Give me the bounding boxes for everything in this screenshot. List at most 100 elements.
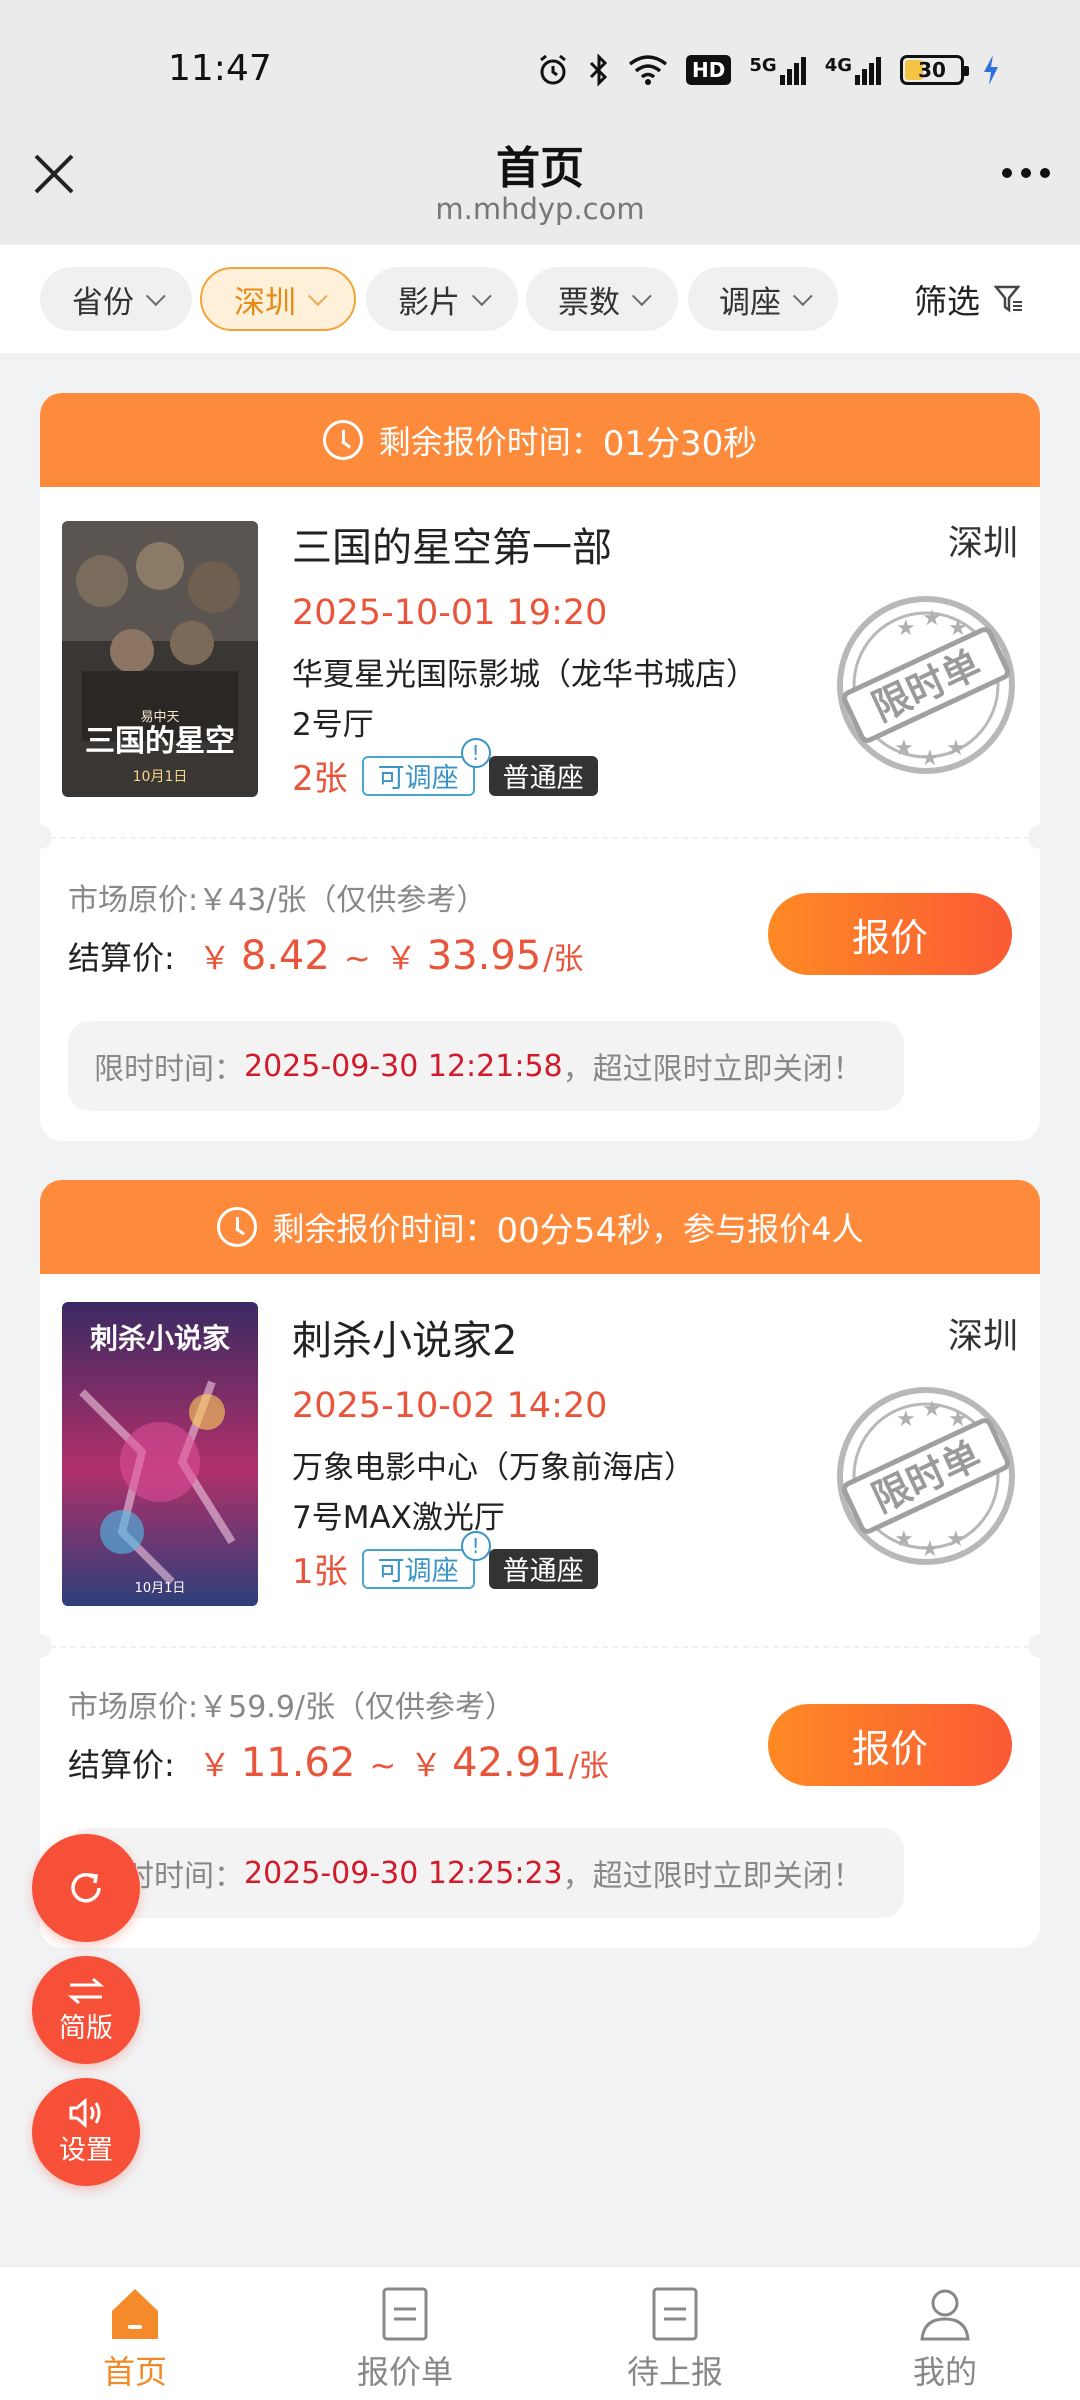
browser-header: 首页 m.mhdyp.com	[0, 120, 1080, 245]
currency-symbol: ￥	[410, 1746, 443, 1784]
movie-title: 三国的星空第一部	[292, 525, 612, 571]
currency-symbol: ￥	[198, 939, 231, 977]
status-icons: HD 5G 4G 30	[536, 50, 1000, 90]
wifi-icon	[628, 54, 668, 86]
signal-4g-icon: 4G	[825, 55, 882, 85]
nav-pending[interactable]: 待上报	[540, 2267, 810, 2400]
svg-text:★: ★	[896, 1407, 916, 1432]
svg-text:★: ★	[894, 736, 914, 761]
filter-label: 调座	[719, 284, 781, 321]
card-notch	[1028, 1634, 1040, 1658]
filter-tickets[interactable]: 票数	[526, 267, 678, 331]
ticket-count: 1张	[292, 1552, 348, 1592]
chevron-down-icon	[792, 286, 813, 307]
status-bar: 11:47 HD 5G 4G 30	[0, 0, 1080, 140]
info-icon[interactable]: !	[460, 737, 491, 768]
settle-label: 结算价:	[68, 939, 175, 977]
deadline-suffix: ，超过限时立即关闭！	[562, 1859, 863, 1894]
document-icon	[652, 2287, 698, 2341]
settle-price: 结算价: ￥ 8.42 ~ ￥ 33.95 /张	[68, 933, 583, 979]
card-notch	[1028, 825, 1040, 849]
status-time: 11:47	[168, 48, 272, 89]
limited-stamp: 限时单 ★ ★ ★ ★ ★ ★	[834, 1384, 1018, 1568]
filter-city[interactable]: 深圳	[200, 267, 356, 331]
settle-label: 结算价:	[68, 1746, 175, 1784]
refresh-button[interactable]	[32, 1834, 140, 1942]
swap-icon	[67, 1977, 105, 2004]
movie-title: 刺杀小说家2	[292, 1318, 518, 1364]
market-price: 市场原价:￥43/张（仅供参考）	[68, 883, 487, 918]
filter-movie[interactable]: 影片	[366, 267, 518, 331]
price-low: 11.62	[240, 1740, 356, 1786]
showtime: 2025-10-02 14:20	[292, 1386, 608, 1426]
simple-mode-label: 简版	[59, 2012, 113, 2044]
countdown-value: 00分54秒	[496, 1210, 652, 1251]
refresh-icon	[71, 1873, 101, 1903]
svg-text:★: ★	[920, 746, 940, 771]
filter-button[interactable]: 筛选	[914, 267, 1024, 331]
poster-top-text: 易中天	[140, 710, 179, 725]
hall-name: 2号厅	[292, 707, 374, 743]
order-card: 剩余报价时间： 00分54秒 ，参与报价4人 刺杀小说家 10月1日 刺杀小说家2 …	[40, 1180, 1040, 1948]
countdown-label: 剩余报价时间：	[272, 1210, 497, 1248]
chevron-down-icon	[307, 286, 328, 307]
seat-type-tag: 普通座	[488, 1548, 598, 1589]
nav-home[interactable]: 首页	[0, 2267, 270, 2400]
poster-date-text: 10月1日	[135, 1581, 186, 1596]
adjust-seat-tag[interactable]: 可调座!	[361, 1530, 491, 1589]
deadline-time: 2025-09-30 12:25:23	[244, 1855, 563, 1891]
card-divider	[40, 1646, 1040, 1648]
movie-poster[interactable]: 刺杀小说家 10月1日	[62, 1302, 258, 1606]
clock-icon	[322, 420, 363, 460]
deadline-box: 限时时间： 2025-09-30 12:21:58 ，超过限时立即关闭！	[68, 1021, 904, 1111]
more-button[interactable]	[1002, 168, 1050, 178]
svg-text:★: ★	[948, 616, 968, 641]
filter-label: 省份	[72, 284, 134, 321]
ticket-count: 2张	[292, 759, 348, 799]
simple-mode-button[interactable]: 简版	[32, 1956, 140, 2064]
deadline-label: 限时时间：	[94, 1052, 244, 1087]
svg-text:★: ★	[946, 1527, 966, 1552]
svg-text:★: ★	[946, 736, 966, 761]
battery-icon: 30	[900, 55, 969, 85]
city-label: 深圳	[947, 1317, 1018, 1357]
quote-button[interactable]: 报价	[768, 1704, 1012, 1786]
adjust-seat-label: 可调座	[377, 763, 459, 794]
chevron-down-icon	[631, 286, 652, 307]
chevron-down-icon	[145, 286, 166, 307]
currency-symbol: ￥	[198, 1746, 231, 1784]
poster-title-text: 三国的星空	[85, 724, 235, 759]
info-icon[interactable]: !	[460, 1530, 491, 1561]
signal-5g-icon: 5G	[749, 55, 806, 85]
settings-button[interactable]: 设置	[32, 2078, 140, 2186]
quote-button[interactable]: 报价	[768, 893, 1012, 975]
alarm-icon	[536, 53, 570, 87]
svg-text:★: ★	[922, 606, 942, 631]
poster-date-text: 10月1日	[133, 769, 188, 785]
funnel-icon	[994, 285, 1022, 313]
ticket-row: 2张 可调座! 普通座	[292, 737, 598, 800]
ticket-row: 1张 可调座! 普通座	[292, 1530, 598, 1593]
movie-poster[interactable]: 易中天 三国的星空 10月1日	[62, 521, 258, 797]
countdown-value: 01分30秒	[602, 423, 758, 464]
svg-text:★: ★	[920, 1537, 940, 1562]
page-title: 首页	[496, 143, 584, 194]
seat-type-tag: 普通座	[488, 755, 598, 796]
nav-label: 首页	[102, 2353, 167, 2391]
cinema-name: 万象电影中心（万象前海店）	[292, 1450, 695, 1486]
price-separator: ~	[343, 939, 371, 977]
participants-label: ，参与报价4人	[651, 1210, 864, 1248]
order-card: 剩余报价时间： 01分30秒 易中天 三国的星空 10月1日 三国的星空第一部 深…	[40, 393, 1040, 1141]
nav-mine[interactable]: 我的	[810, 2267, 1080, 2400]
more-dot-icon	[1002, 168, 1012, 178]
chevron-down-icon	[471, 286, 492, 307]
adjust-seat-tag[interactable]: 可调座!	[361, 737, 491, 796]
filter-seat-adjust[interactable]: 调座	[688, 267, 838, 331]
market-price: 市场原价:￥59.9/张（仅供参考）	[68, 1690, 516, 1725]
more-dot-icon	[1040, 168, 1050, 178]
filter-province[interactable]: 省份	[40, 267, 192, 331]
price-high: 33.95	[426, 933, 542, 979]
nav-quotes[interactable]: 报价单	[270, 2267, 540, 2400]
filter-button-label: 筛选	[914, 282, 980, 321]
price-unit: /张	[543, 942, 584, 977]
